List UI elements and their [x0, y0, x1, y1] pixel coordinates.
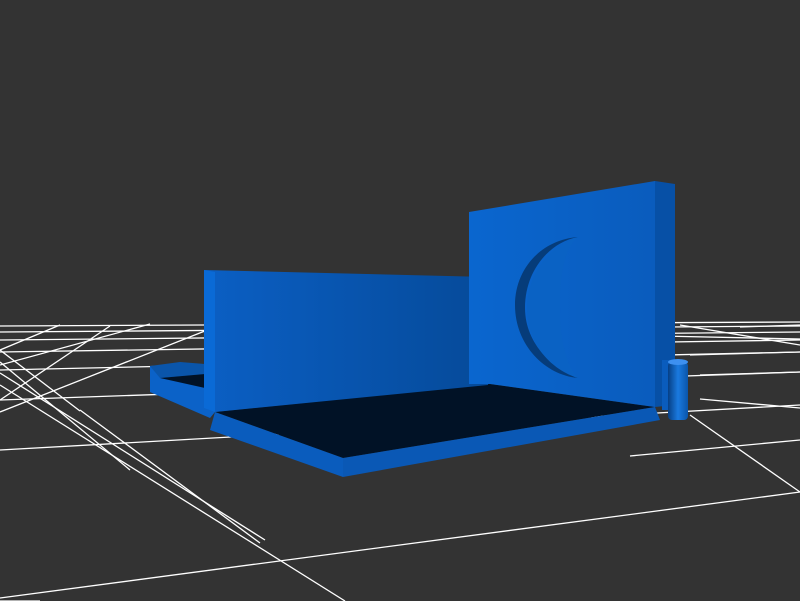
3d-viewport[interactable] [0, 0, 800, 601]
scene-canvas[interactable] [0, 0, 800, 601]
hinge-cylinder[interactable] [662, 359, 688, 420]
back-wall[interactable] [469, 181, 675, 407]
